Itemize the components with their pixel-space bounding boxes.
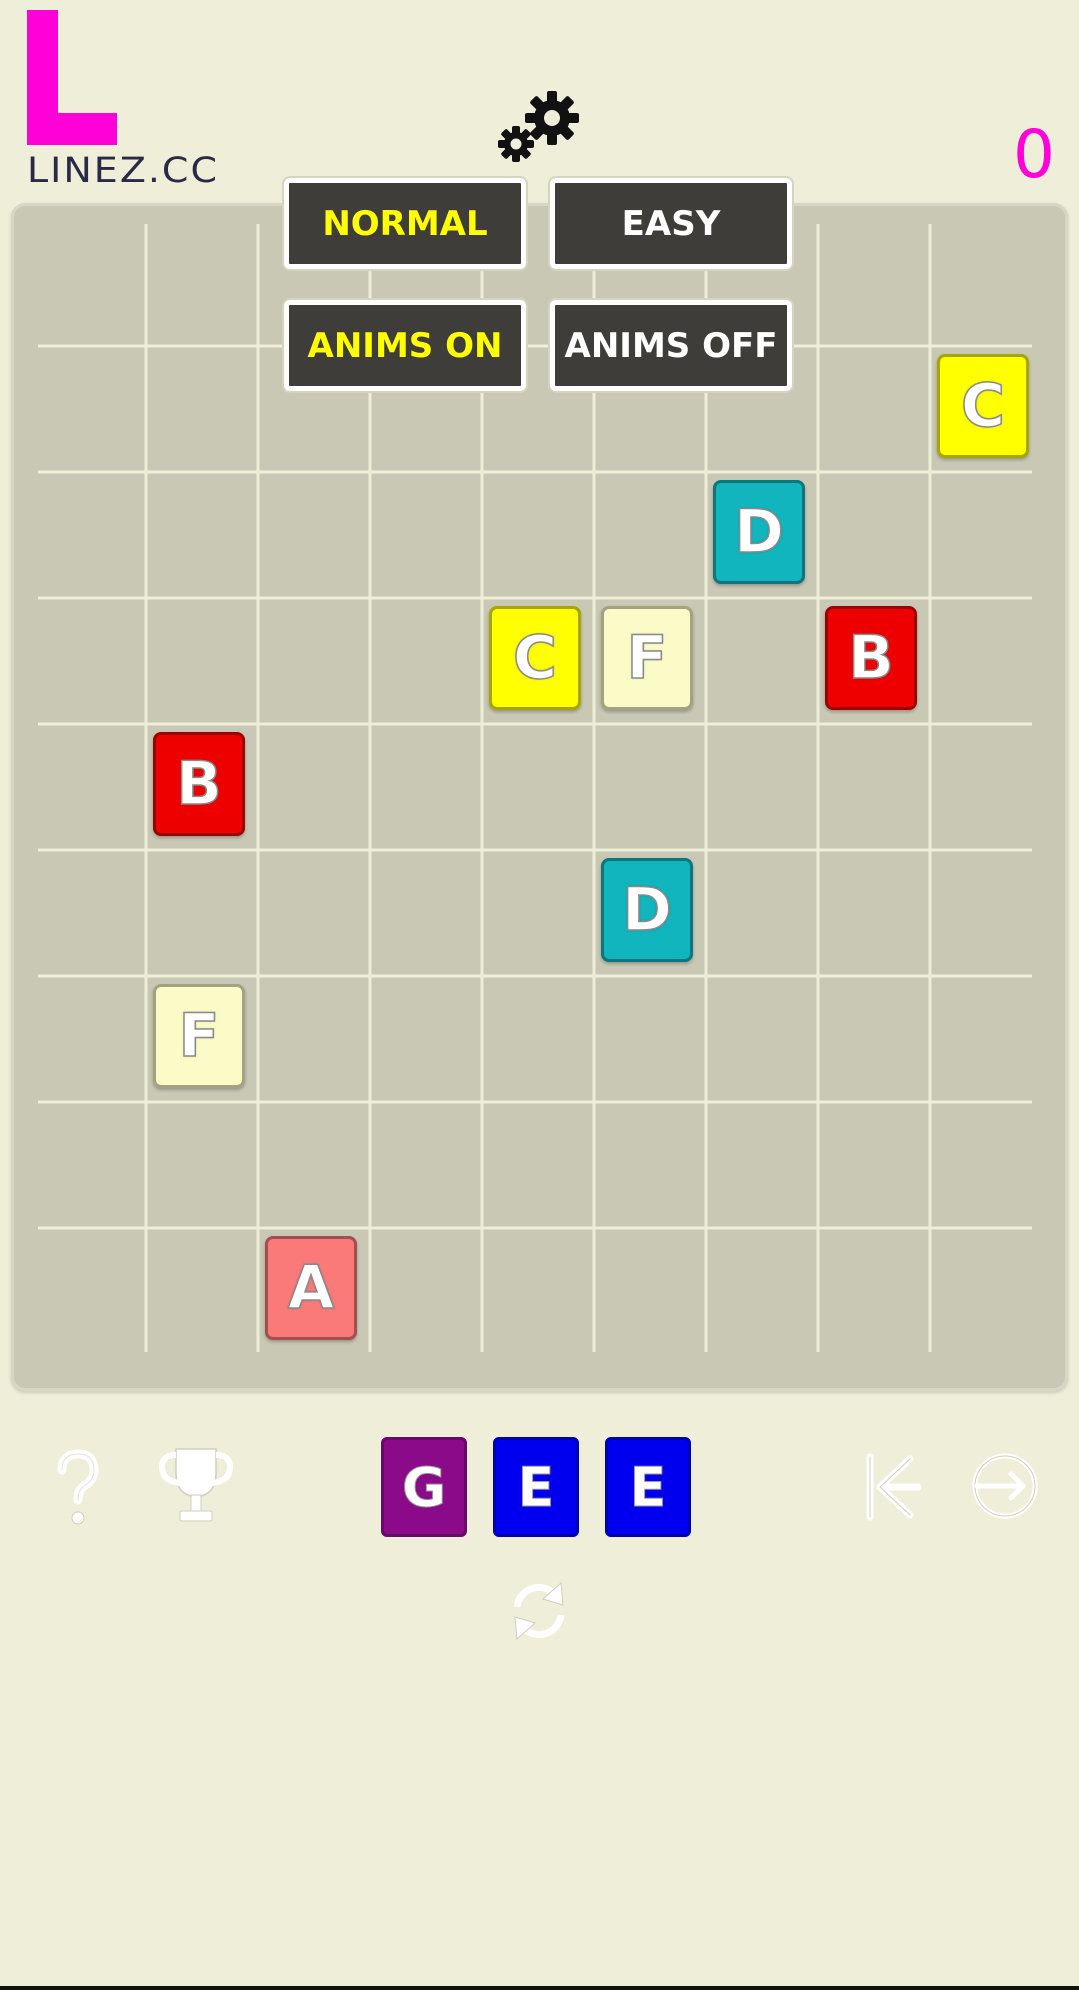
next-tile: E	[493, 1437, 579, 1537]
screen-bottom-edge	[0, 1986, 1079, 1990]
share-icon[interactable]	[852, 1447, 924, 1527]
difficulty-easy-button[interactable]: EASY	[550, 178, 792, 269]
refresh-icon[interactable]	[503, 1575, 575, 1647]
board-tile[interactable]: F	[153, 984, 245, 1088]
board-tile[interactable]: A	[265, 1236, 357, 1340]
question-mark-icon[interactable]	[52, 1448, 102, 1528]
next-tile: G	[381, 1437, 467, 1537]
logo-letter-mark	[27, 10, 117, 145]
board-tile[interactable]: B	[825, 606, 917, 710]
board-tile[interactable]: C	[489, 606, 581, 710]
next-tile: E	[605, 1437, 691, 1537]
game-screen: LINEZ.CC 0 C D C F B B D F A NORMAL EASY…	[0, 0, 1079, 1990]
board-tile[interactable]: B	[153, 732, 245, 836]
game-board[interactable]: CDCFBBDFA	[11, 203, 1068, 1391]
difficulty-normal-button[interactable]: NORMAL	[284, 178, 526, 269]
board-tile[interactable]: F	[601, 606, 693, 710]
settings-gears-icon[interactable]	[496, 86, 586, 166]
logo-text: LINEZ.CC	[27, 150, 219, 191]
exit-icon[interactable]	[969, 1450, 1041, 1522]
animations-on-button[interactable]: ANIMS ON	[284, 300, 526, 391]
trophy-icon[interactable]	[158, 1443, 234, 1527]
logo: LINEZ.CC	[27, 10, 237, 190]
board-tile[interactable]: C	[937, 354, 1029, 458]
score-counter: 0	[1013, 116, 1055, 193]
board-tile[interactable]: D	[713, 480, 805, 584]
board-tile[interactable]: D	[601, 858, 693, 962]
animations-off-button[interactable]: ANIMS OFF	[550, 300, 792, 391]
